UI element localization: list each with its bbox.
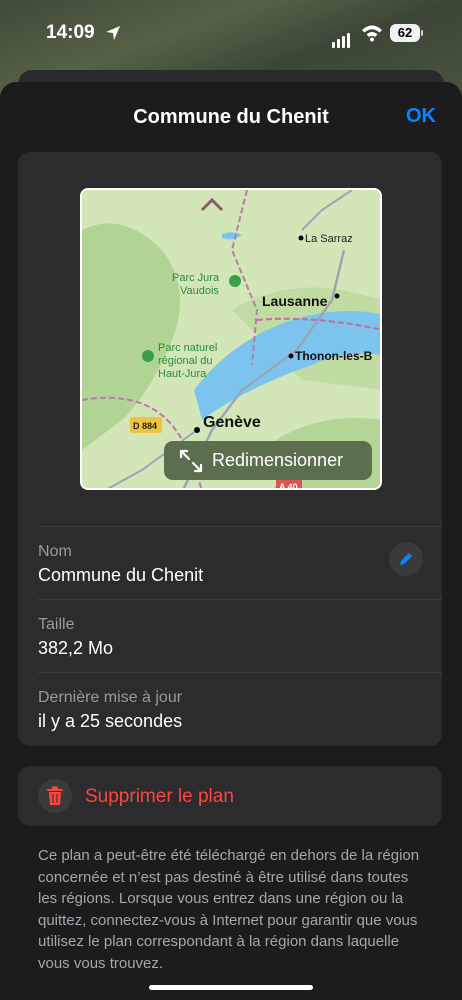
map-label-thonon: Thonon-les-B: [295, 349, 373, 363]
battery-cap: [421, 30, 423, 36]
map-label-la-sarraz: La Sarraz: [305, 233, 353, 245]
divider: [38, 672, 442, 673]
map-label-parc-naturel-1: Parc naturel: [158, 342, 217, 354]
trash-icon-wrap: [38, 779, 72, 813]
map-label-parc-naturel-3: Haut-Jura: [158, 368, 207, 380]
map-label-parc-jura-2: Vaudois: [180, 285, 219, 297]
map-label-geneve: Genève: [203, 414, 261, 431]
map-label-parc-jura-1: Parc Jura: [172, 272, 220, 284]
divider: [38, 526, 442, 527]
status-bar: 14:09 62: [0, 0, 462, 68]
battery-indicator: 62: [390, 24, 420, 42]
size-label: Taille: [38, 616, 75, 633]
name-value: Commune du Chenit: [38, 565, 204, 585]
updated-label: Dernière mise à jour: [38, 689, 183, 706]
status-time: 14:09: [46, 22, 95, 43]
delete-map-button[interactable]: Supprimer le plan: [85, 786, 234, 808]
map-label-lausanne: Lausanne: [262, 293, 328, 309]
ok-button[interactable]: OK: [406, 105, 436, 128]
map-label-parc-naturel-2: régional du: [158, 355, 212, 367]
pencil-icon: [400, 553, 412, 565]
resize-label: Redimensionner: [212, 450, 344, 470]
map-road-d884: D 884: [133, 421, 157, 431]
resize-arrows-icon: [179, 449, 203, 472]
resize-button[interactable]: Redimensionner: [164, 441, 372, 480]
edit-name-button[interactable]: [389, 542, 423, 576]
divider: [38, 599, 442, 600]
home-indicator[interactable]: [149, 985, 313, 990]
wifi-icon: [362, 25, 382, 42]
info-footnote: Ce plan a peut-être été téléchargé en de…: [38, 847, 420, 972]
map-road-a40: A 40: [279, 482, 298, 490]
trash-icon: [47, 786, 63, 805]
size-value: 382,2 Mo: [38, 638, 114, 658]
name-label: Nom: [38, 543, 72, 560]
sheet-title: Commune du Chenit: [133, 106, 329, 128]
location-arrow-icon: [106, 26, 120, 40]
cellular-signal-icon: [332, 26, 352, 48]
updated-value: il y a 25 secondes: [38, 711, 183, 731]
